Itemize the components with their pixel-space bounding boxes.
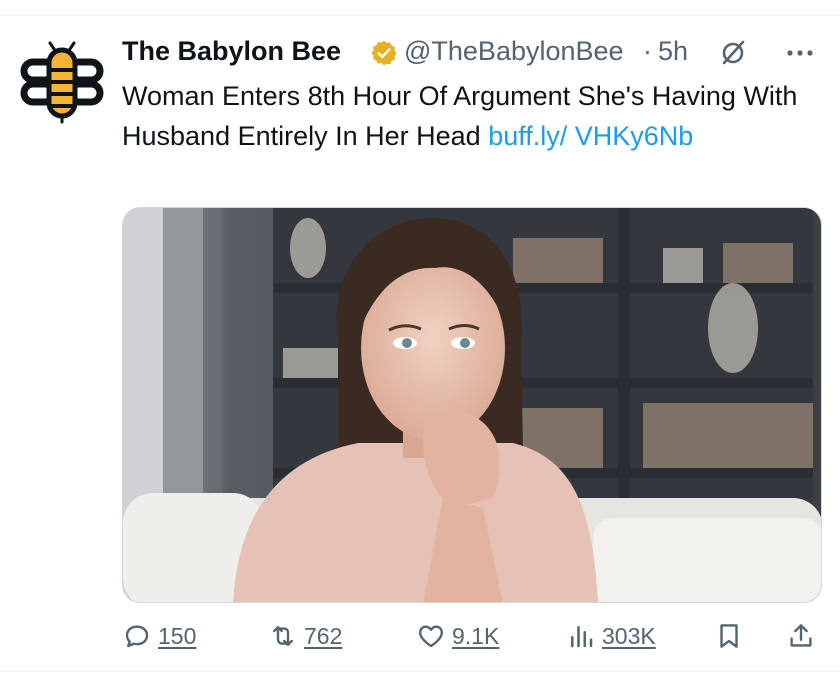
- like-count: 9.1K: [452, 622, 500, 649]
- reply-button[interactable]: 150: [122, 612, 196, 660]
- avatar[interactable]: [20, 40, 104, 124]
- heart-icon: [419, 625, 443, 648]
- tweet-link[interactable]: buff.ly/ VHKy6Nb: [488, 121, 693, 151]
- reply-count: 150: [158, 622, 197, 649]
- tweet-photo[interactable]: [122, 207, 822, 603]
- retweet-button[interactable]: 762: [268, 612, 342, 660]
- action-bar: 150 762 9.1K 303K: [122, 612, 822, 660]
- tweet-body: Woman Enters 8th Hour Of Argument She's …: [122, 81, 798, 151]
- views-chart-icon: [571, 626, 593, 648]
- tweet-text: Woman Enters 8th Hour Of Argument She's …: [122, 76, 822, 156]
- display-name[interactable]: The Babylon Bee: [122, 36, 341, 67]
- retweet-icon: [273, 626, 293, 646]
- reply-icon: [125, 625, 149, 648]
- like-button[interactable]: 9.1K: [416, 612, 499, 660]
- more-options-icon[interactable]: [782, 38, 818, 68]
- handle[interactable]: @TheBabylonBee: [404, 36, 624, 67]
- photo-woman-thinking: [123, 208, 821, 602]
- separator: ·: [643, 36, 652, 66]
- bottom-divider: [0, 671, 840, 672]
- top-divider: [0, 15, 840, 16]
- share-icon: [790, 624, 812, 647]
- verified-badge-icon: [371, 40, 397, 66]
- bookmark-button[interactable]: [714, 612, 744, 660]
- retweet-count: 762: [304, 622, 343, 649]
- tweet-header: The Babylon Bee @TheBabylonBee · 5h: [122, 34, 826, 74]
- bookmark-icon: [720, 624, 738, 648]
- views-button[interactable]: 303K: [566, 612, 656, 660]
- share-button[interactable]: [786, 612, 816, 660]
- view-count: 303K: [602, 622, 656, 649]
- grok-icon[interactable]: [718, 38, 748, 68]
- timestamp[interactable]: 5h: [658, 36, 688, 67]
